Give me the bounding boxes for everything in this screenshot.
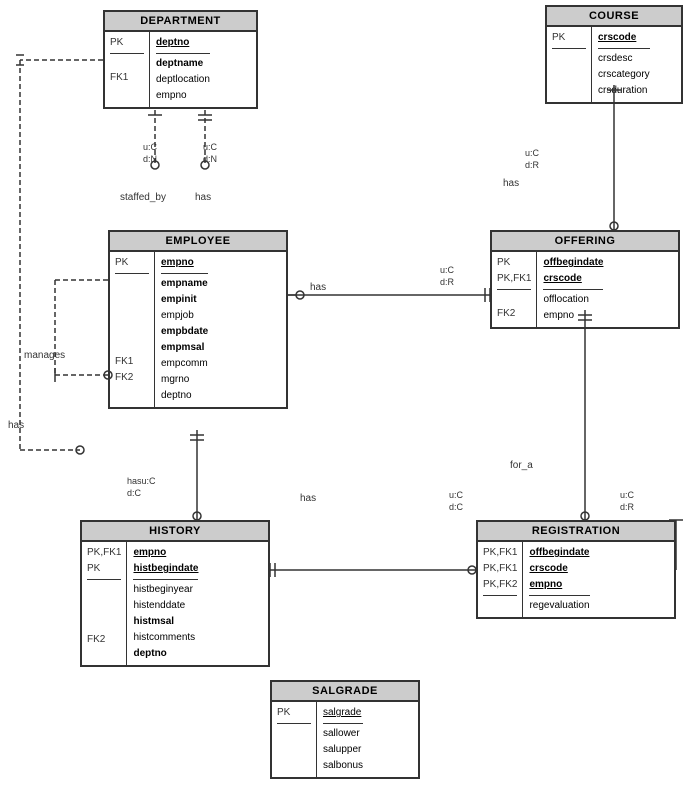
constraint-hist-has: hasu:Cd:C (127, 476, 156, 499)
department-keys: PK FK1 (105, 32, 150, 107)
salgrade-keys: PK (272, 702, 317, 777)
label-has-emp-history: has (300, 493, 316, 504)
constraint-dept-has: u:Cd:N (203, 142, 217, 165)
offering-keys: PKPK,FK1 FK2 (492, 252, 537, 327)
registration-keys: PK,FK1PK,FK1PK,FK2 (478, 542, 523, 617)
label-manages: manages (24, 350, 65, 361)
employee-title: EMPLOYEE (110, 232, 286, 252)
label-has-emp-offering: has (310, 282, 326, 293)
constraint-course-has: u:Cd:R (525, 148, 539, 171)
offering-title: OFFERING (492, 232, 678, 252)
constraint-reg-left: u:Cd:C (449, 490, 463, 513)
employee-keys: PK FK1 FK2 (110, 252, 155, 407)
employee-attrs: empno empname empinit empjob empbdate em… (155, 252, 214, 407)
course-keys: PK (547, 27, 592, 102)
entity-salgrade: SALGRADE PK salgrade sallower salupper s… (270, 680, 420, 779)
constraint-emp-has-right: u:Cd:R (440, 265, 454, 288)
label-has-dept-emp: has (195, 192, 211, 203)
salgrade-title: SALGRADE (272, 682, 418, 702)
label-staffed-by: staffed_by (120, 192, 166, 203)
erd-diagram: DEPARTMENT PK FK1 deptno deptname deptlo… (0, 0, 690, 803)
entity-offering: OFFERING PKPK,FK1 FK2 offbegindate crsco… (490, 230, 680, 329)
entity-registration: REGISTRATION PK,FK1PK,FK1PK,FK2 offbegin… (476, 520, 676, 619)
entity-department: DEPARTMENT PK FK1 deptno deptname deptlo… (103, 10, 258, 109)
course-attrs: crscode crsdesc crscategory crsduration (592, 27, 656, 102)
constraint-dept-staffed: u:Cd:N (143, 142, 157, 165)
salgrade-attrs: salgrade sallower salupper salbonus (317, 702, 369, 777)
label-has-course-offering: has (503, 178, 519, 189)
entity-course: COURSE PK crscode crsdesc crscategory cr… (545, 5, 683, 104)
course-title: COURSE (547, 7, 681, 27)
department-attrs: deptno deptname deptlocation empno (150, 32, 216, 107)
history-keys: PK,FK1PK FK2 (82, 542, 127, 665)
registration-attrs: offbegindate crscode empno regevaluation (523, 542, 595, 617)
history-attrs: empno histbegindate histbeginyear histen… (127, 542, 204, 665)
label-has-left: has (8, 420, 24, 431)
label-for-a: for_a (510, 460, 533, 471)
offering-attrs: offbegindate crscode offlocation empno (537, 252, 609, 327)
entity-employee: EMPLOYEE PK FK1 FK2 empno empname empini… (108, 230, 288, 409)
history-title: HISTORY (82, 522, 268, 542)
entity-history: HISTORY PK,FK1PK FK2 empno histbegindate… (80, 520, 270, 667)
department-title: DEPARTMENT (105, 12, 256, 32)
constraint-reg-right: u:Cd:R (620, 490, 634, 513)
registration-title: REGISTRATION (478, 522, 674, 542)
